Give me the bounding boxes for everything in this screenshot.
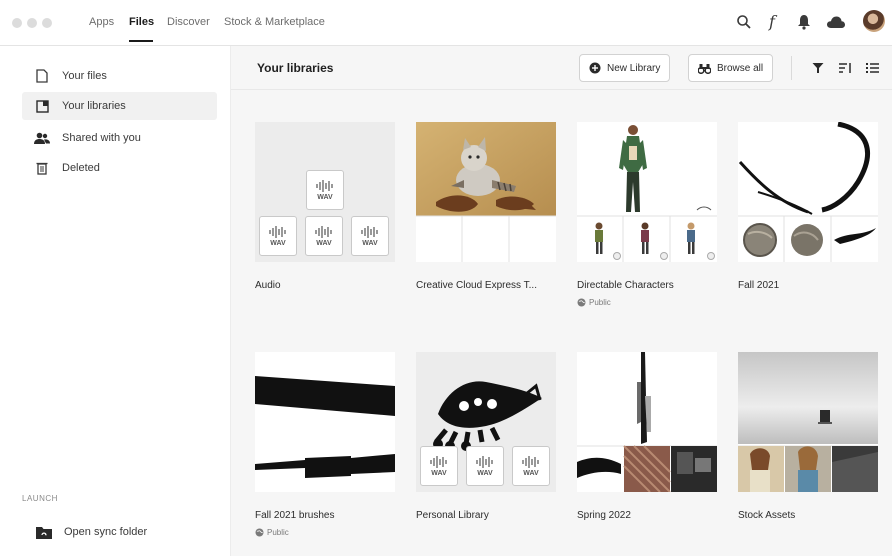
- window-zoom-button[interactable]: [42, 18, 52, 28]
- wav-file-icon: WAV: [420, 446, 458, 486]
- sync-folder-icon: [36, 524, 52, 540]
- page-title: Your libraries: [257, 61, 334, 75]
- sidebar-item-your-libraries[interactable]: Your libraries: [22, 92, 217, 120]
- window-close-button[interactable]: [12, 18, 22, 28]
- open-sync-folder-label: Open sync folder: [64, 526, 148, 538]
- file-icon: [34, 68, 50, 84]
- library-card-directable-characters[interactable]: Directable Characters Public: [577, 122, 717, 307]
- library-title: Fall 2021: [738, 280, 780, 291]
- wav-file-icon: WAV: [259, 216, 297, 256]
- library-title: Audio: [255, 280, 281, 291]
- sidebar-item-label: Shared with you: [62, 132, 141, 144]
- svg-text:f: f: [768, 13, 778, 31]
- sidebar-item-shared-with-you[interactable]: Shared with you: [22, 124, 217, 152]
- sidebar-item-your-files[interactable]: Your files: [22, 62, 217, 90]
- tab-discover[interactable]: Discover: [167, 16, 210, 28]
- library-thumbnail: [416, 122, 556, 262]
- launch-section-label: LAUNCH: [22, 494, 58, 503]
- fonts-icon[interactable]: f: [764, 12, 784, 32]
- browse-all-button[interactable]: Browse all: [688, 54, 774, 82]
- library-card-creative-cloud-express[interactable]: Creative Cloud Express T...: [416, 122, 556, 291]
- sidebar-item-label: Your libraries: [62, 100, 126, 112]
- globe-icon: [255, 528, 264, 537]
- library-title: Fall 2021 brushes: [255, 510, 335, 521]
- public-badge: Public: [255, 528, 289, 537]
- library-title: Directable Characters: [577, 280, 674, 291]
- wav-file-icon: WAV: [512, 446, 550, 486]
- library-card-fall-2021[interactable]: Fall 2021: [738, 122, 878, 291]
- library-thumbnail: WAV WAV WAV WAV: [255, 122, 395, 262]
- window-minimize-button[interactable]: [27, 18, 37, 28]
- library-card-fall-2021-brushes[interactable]: Fall 2021 brushes Public: [255, 352, 395, 537]
- library-thumbnail: WAV WAV WAV: [416, 352, 556, 492]
- add-circle-icon: [589, 62, 601, 74]
- cloud-icon[interactable]: [826, 12, 846, 32]
- sidebar-item-label: Your files: [62, 70, 107, 82]
- library-title: Spring 2022: [577, 510, 631, 521]
- tab-apps[interactable]: Apps: [89, 16, 114, 28]
- library-card-spring-2022[interactable]: Spring 2022: [577, 352, 717, 521]
- browse-all-label: Browse all: [717, 62, 764, 74]
- main-content: Your libraries New Library Browse all WA…: [230, 46, 892, 556]
- list-view-icon[interactable]: [863, 59, 881, 77]
- library-thumbnail: [738, 122, 878, 262]
- library-thumbnail: [577, 352, 717, 492]
- tab-stock-marketplace[interactable]: Stock & Marketplace: [224, 16, 325, 28]
- libraries-header: Your libraries New Library Browse all: [231, 46, 892, 90]
- library-icon: [34, 98, 50, 114]
- filter-icon[interactable]: [809, 59, 827, 77]
- search-icon[interactable]: [734, 12, 754, 32]
- wav-file-icon: WAV: [466, 446, 504, 486]
- tab-files[interactable]: Files: [129, 16, 154, 28]
- sort-icon[interactable]: [836, 59, 854, 77]
- library-title: Stock Assets: [738, 510, 796, 521]
- new-library-button[interactable]: New Library: [579, 54, 671, 82]
- trash-icon: [34, 160, 50, 176]
- library-card-personal-library[interactable]: WAV WAV WAV Personal Library: [416, 352, 556, 521]
- open-sync-folder-button[interactable]: Open sync folder: [22, 518, 217, 546]
- public-badge: Public: [577, 298, 611, 307]
- sidebar-item-deleted[interactable]: Deleted: [22, 154, 217, 182]
- wav-file-icon: WAV: [305, 216, 343, 256]
- library-card-stock-assets[interactable]: Stock Assets: [738, 352, 878, 521]
- library-title: Personal Library: [416, 510, 489, 521]
- sidebar: Your files Your libraries Shared with yo…: [0, 46, 230, 556]
- library-thumbnail: [255, 352, 395, 492]
- new-library-label: New Library: [607, 62, 661, 74]
- library-title: Creative Cloud Express T...: [416, 280, 537, 291]
- avatar[interactable]: [863, 10, 885, 32]
- top-bar: Apps Files Discover Stock & Marketplace …: [0, 0, 892, 46]
- library-thumbnail: [738, 352, 878, 492]
- sidebar-item-label: Deleted: [62, 162, 100, 174]
- notifications-bell-icon[interactable]: [794, 12, 814, 32]
- binoculars-icon: [698, 63, 711, 74]
- header-divider: [791, 56, 792, 80]
- library-thumbnail: [577, 122, 717, 262]
- wav-file-icon: WAV: [351, 216, 389, 256]
- wav-file-icon: WAV: [306, 170, 344, 210]
- globe-icon: [577, 298, 586, 307]
- active-tab-indicator: [129, 40, 153, 42]
- library-card-audio[interactable]: WAV WAV WAV WAV Audio: [255, 122, 395, 291]
- people-icon: [34, 130, 50, 146]
